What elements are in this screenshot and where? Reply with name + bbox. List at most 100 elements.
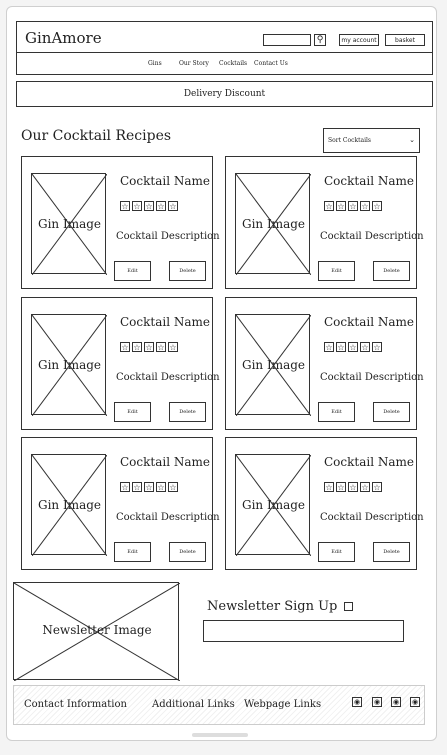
header: GinAmore ⚲ my account basket Gins Our St… xyxy=(16,21,433,107)
logo[interactable]: GinAmore xyxy=(25,29,102,47)
star-icon[interactable]: ☆ xyxy=(324,482,334,492)
nav-link-contact[interactable]: Contact Us xyxy=(254,60,288,67)
edit-button[interactable]: Edit xyxy=(318,542,355,562)
cocktail-description: Cocktail Description xyxy=(116,372,220,383)
recipe-card[interactable]: Gin Image Cocktail Name ☆ ☆ ☆ ☆ ☆ Cocktail Desc… xyxy=(21,156,220,289)
star-icon[interactable]: ☆ xyxy=(324,342,334,352)
recipe-card[interactable]: Gin Image Cocktail Name ☆ ☆ ☆ ☆ ☆ Cocktail Desc… xyxy=(225,437,424,570)
star-icon[interactable]: ☆ xyxy=(336,201,346,211)
newsletter-title: Newsletter Sign Up xyxy=(207,599,338,614)
delete-button[interactable]: Delete xyxy=(169,542,206,562)
gin-image: Gin Image xyxy=(31,173,107,275)
recipe-card[interactable]: Gin Image Cocktail Name ☆ ☆ ☆ ☆ ☆ Cocktail Desc… xyxy=(21,437,220,570)
gin-image: Gin Image xyxy=(31,314,107,416)
search-icon[interactable]: ⚲ xyxy=(314,34,326,46)
basket-button[interactable]: basket xyxy=(385,34,425,46)
delete-button[interactable]: Delete xyxy=(373,542,410,562)
delete-button[interactable]: Delete xyxy=(169,261,206,281)
top-bar: GinAmore ⚲ my account basket xyxy=(16,21,433,53)
footer-contact-link[interactable]: Contact Information xyxy=(24,699,127,710)
star-icon[interactable]: ☆ xyxy=(372,342,382,352)
nav-link-cocktails[interactable]: Cocktails xyxy=(219,60,247,67)
newsletter-email-input[interactable] xyxy=(203,620,404,642)
footer: Contact Information Additional Links Web… xyxy=(13,685,425,725)
star-icon[interactable]: ☆ xyxy=(168,482,178,492)
star-rating[interactable]: ☆ ☆ ☆ ☆ ☆ xyxy=(120,335,180,354)
star-rating[interactable]: ☆ ☆ ☆ ☆ ☆ xyxy=(324,335,384,354)
cocktail-name[interactable]: Cocktail Name xyxy=(324,174,414,188)
edit-button[interactable]: Edit xyxy=(318,402,355,422)
star-icon[interactable]: ☆ xyxy=(144,482,154,492)
star-icon[interactable]: ☆ xyxy=(372,201,382,211)
cocktail-name[interactable]: Cocktail Name xyxy=(324,315,414,329)
star-icon[interactable]: ☆ xyxy=(156,201,166,211)
star-icon[interactable]: ☆ xyxy=(132,201,142,211)
star-icon[interactable]: ☆ xyxy=(336,342,346,352)
delete-button[interactable]: Delete xyxy=(373,261,410,281)
gin-image: Gin Image xyxy=(235,173,311,275)
gin-image-label: Gin Image xyxy=(37,498,102,512)
nav-bar: Gins Our Story Cocktails Contact Us xyxy=(16,53,433,75)
nav-link-our-story[interactable]: Our Story xyxy=(179,60,209,67)
star-icon[interactable]: ☆ xyxy=(156,482,166,492)
edit-button[interactable]: Edit xyxy=(114,542,151,562)
star-icon[interactable]: ☆ xyxy=(132,342,142,352)
star-icon[interactable]: ☆ xyxy=(132,482,142,492)
star-icon[interactable]: ☆ xyxy=(168,342,178,352)
cocktail-description: Cocktail Description xyxy=(320,372,424,383)
star-icon[interactable]: ☆ xyxy=(348,482,358,492)
gin-image: Gin Image xyxy=(235,314,311,416)
cocktail-description: Cocktail Description xyxy=(320,512,424,523)
cocktail-description: Cocktail Description xyxy=(116,512,220,523)
cocktail-name[interactable]: Cocktail Name xyxy=(120,315,210,329)
recipe-card[interactable]: Gin Image Cocktail Name ☆ ☆ ☆ ☆ ☆ Cocktail Desc… xyxy=(21,297,220,430)
gin-image: Gin Image xyxy=(31,454,107,556)
cocktail-description: Cocktail Description xyxy=(116,231,220,242)
social-icon[interactable]: ◉ xyxy=(372,697,382,707)
cocktail-name[interactable]: Cocktail Name xyxy=(120,174,210,188)
gin-image-label: Gin Image xyxy=(241,358,306,372)
star-icon[interactable]: ☆ xyxy=(120,342,130,352)
edit-button[interactable]: Edit xyxy=(114,261,151,281)
footer-webpage-links[interactable]: Webpage Links xyxy=(244,699,321,710)
social-icon[interactable]: ◉ xyxy=(410,697,420,707)
delete-button[interactable]: Delete xyxy=(169,402,206,422)
account-button[interactable]: my account xyxy=(339,34,379,46)
recipe-card[interactable]: Gin Image Cocktail Name ☆ ☆ ☆ ☆ ☆ Cocktail Desc… xyxy=(225,156,424,289)
social-icon[interactable]: ◉ xyxy=(391,697,401,707)
star-icon[interactable]: ☆ xyxy=(336,482,346,492)
mail-icon xyxy=(344,602,353,611)
chevron-down-icon: ⌄ xyxy=(409,136,415,144)
star-icon[interactable]: ☆ xyxy=(144,342,154,352)
edit-button[interactable]: Edit xyxy=(114,402,151,422)
social-icon[interactable]: ◉ xyxy=(352,697,362,707)
star-icon[interactable]: ☆ xyxy=(360,482,370,492)
delivery-discount-banner[interactable]: Delivery Discount xyxy=(16,81,433,107)
star-icon[interactable]: ☆ xyxy=(156,342,166,352)
star-icon[interactable]: ☆ xyxy=(348,201,358,211)
delete-button[interactable]: Delete xyxy=(373,402,410,422)
star-icon[interactable]: ☆ xyxy=(360,342,370,352)
star-icon[interactable]: ☆ xyxy=(120,201,130,211)
star-icon[interactable]: ☆ xyxy=(360,201,370,211)
star-icon[interactable]: ☆ xyxy=(144,201,154,211)
cocktail-name[interactable]: Cocktail Name xyxy=(120,455,210,469)
sort-dropdown[interactable]: Sort Cocktails ⌄ xyxy=(323,128,420,153)
star-icon[interactable]: ☆ xyxy=(348,342,358,352)
star-icon[interactable]: ☆ xyxy=(324,201,334,211)
newsletter-image-label: Newsletter Image xyxy=(42,623,152,637)
nav-link-gins[interactable]: Gins xyxy=(148,60,162,67)
star-rating[interactable]: ☆ ☆ ☆ ☆ ☆ xyxy=(324,194,384,213)
recipe-card[interactable]: Gin Image Cocktail Name ☆ ☆ ☆ ☆ ☆ Cocktail Desc… xyxy=(225,297,424,430)
footer-additional-links[interactable]: Additional Links xyxy=(152,699,235,710)
star-icon[interactable]: ☆ xyxy=(168,201,178,211)
cocktail-name[interactable]: Cocktail Name xyxy=(324,455,414,469)
star-rating[interactable]: ☆ ☆ ☆ ☆ ☆ xyxy=(120,475,180,494)
star-rating[interactable]: ☆ ☆ ☆ ☆ ☆ xyxy=(120,194,180,213)
star-rating[interactable]: ☆ ☆ ☆ ☆ ☆ xyxy=(324,475,384,494)
star-icon[interactable]: ☆ xyxy=(372,482,382,492)
edit-button[interactable]: Edit xyxy=(318,261,355,281)
scroll-indicator[interactable] xyxy=(192,733,248,737)
search-input[interactable] xyxy=(263,34,311,46)
star-icon[interactable]: ☆ xyxy=(120,482,130,492)
